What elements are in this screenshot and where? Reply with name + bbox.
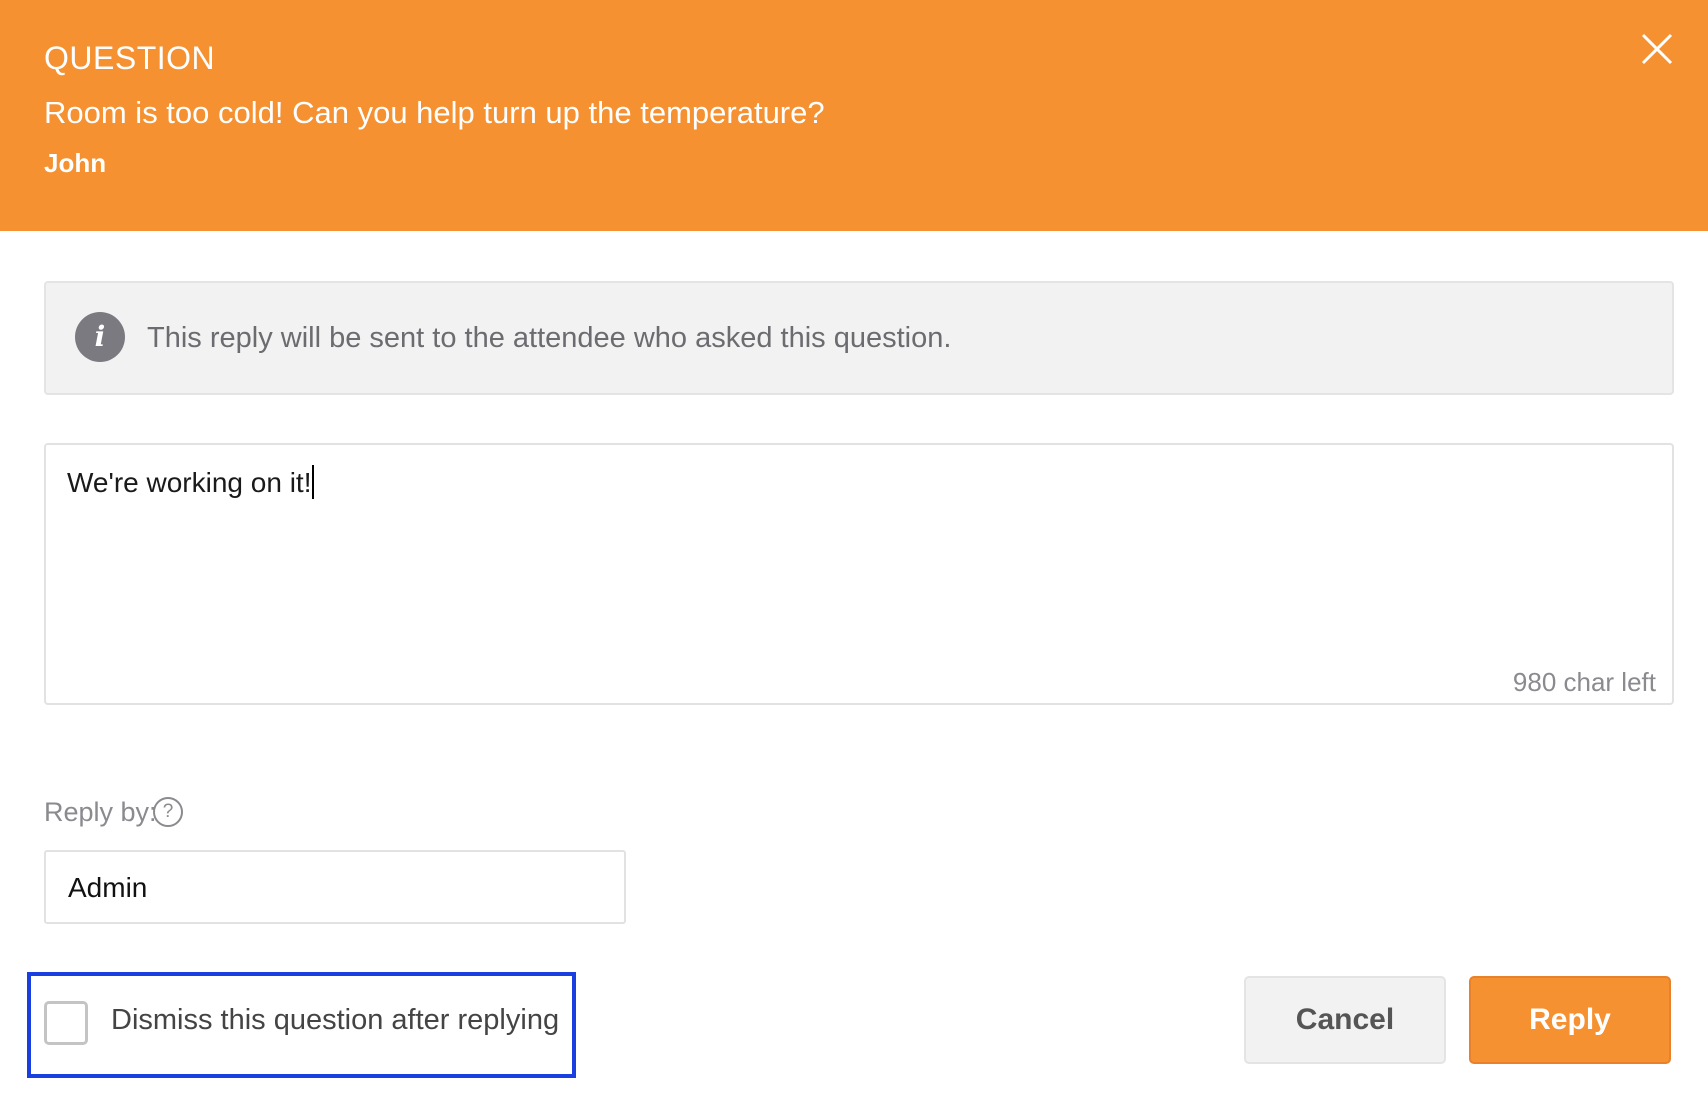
question-text: Room is too cold! Can you help turn up t… — [44, 95, 825, 130]
info-icon: i — [75, 312, 125, 362]
text-cursor — [312, 465, 315, 499]
reply-by-label: Reply by: — [44, 797, 157, 827]
reply-by-input[interactable]: Admin — [44, 850, 626, 924]
dismiss-checkbox[interactable] — [44, 1001, 88, 1045]
question-author: John — [44, 148, 107, 178]
info-notice: i This reply will be sent to the attende… — [44, 281, 1674, 395]
reply-text-value: We're working on it! — [67, 465, 315, 499]
question-header: QUESTION Room is too cold! Can you help … — [0, 0, 1708, 231]
question-kind-label: QUESTION — [44, 40, 216, 76]
info-text: This reply will be sent to the attendee … — [147, 322, 952, 354]
reply-button[interactable]: Reply — [1469, 976, 1671, 1064]
close-icon[interactable] — [1636, 28, 1678, 70]
reply-textarea[interactable]: We're working on it! 980 char left — [44, 443, 1674, 705]
dismiss-label[interactable]: Dismiss this question after replying — [111, 1004, 559, 1037]
cancel-button[interactable]: Cancel — [1244, 976, 1446, 1064]
question-circle-icon[interactable]: ? — [153, 797, 183, 827]
reply-by-value: Admin — [68, 872, 148, 903]
char-counter: 980 char left — [1512, 667, 1656, 697]
